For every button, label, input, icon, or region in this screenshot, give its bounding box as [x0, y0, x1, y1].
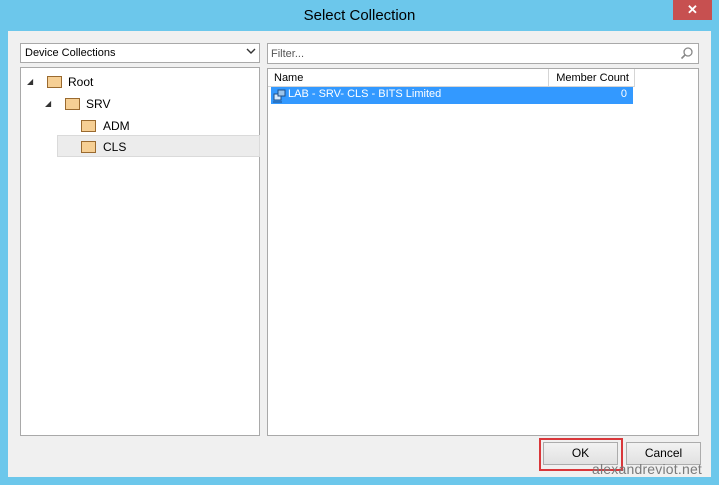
tree-node-adm[interactable]: ADM — [81, 116, 251, 136]
collection-type-dropdown[interactable]: Device Collections — [20, 43, 260, 63]
tree-node-label: ADM — [103, 119, 130, 133]
row-name-cell: LAB - SRV- CLS - BITS Limited — [288, 88, 442, 100]
watermark-text: alexandreviot.net — [592, 461, 703, 477]
title-bar[interactable]: Select Collection ✕ — [0, 0, 719, 31]
device-collection-icon — [272, 88, 288, 103]
tree-node-label: CLS — [103, 140, 127, 154]
close-button[interactable]: ✕ — [673, 0, 712, 20]
tree-node-cls[interactable]: CLS — [81, 137, 251, 157]
row-member-count-cell: 0 — [620, 88, 627, 100]
filter-input[interactable] — [271, 46, 671, 61]
dialog-window: Select Collection ✕ Device Collections ◢… — [0, 0, 719, 485]
folder-icon — [65, 98, 80, 110]
folder-icon — [81, 120, 96, 132]
chevron-down-icon — [245, 46, 257, 60]
collection-type-value: Device Collections — [25, 47, 116, 59]
dialog-body: Device Collections ◢ Root ◢ SRV ADM CLS … — [8, 31, 711, 477]
folder-icon — [47, 76, 62, 88]
table-row[interactable]: LAB - SRV- CLS - BITS Limited 0 — [271, 87, 633, 104]
collection-tree[interactable]: ◢ Root ◢ SRV ADM CLS — [20, 67, 260, 436]
tree-node-root[interactable]: ◢ Root — [27, 72, 227, 92]
tree-node-label: SRV — [86, 97, 111, 111]
collections-grid[interactable]: Name Member Count LAB - SRV- CLS - BITS … — [267, 68, 699, 436]
column-header-name[interactable]: Name — [268, 69, 549, 87]
close-icon: ✕ — [687, 2, 698, 17]
collapse-arrow-icon[interactable]: ◢ — [45, 94, 55, 114]
filter-box[interactable] — [267, 43, 699, 64]
folder-icon — [81, 141, 96, 153]
column-header-member-count[interactable]: Member Count — [549, 69, 635, 87]
tree-node-label: Root — [68, 75, 94, 89]
search-icon[interactable] — [680, 46, 694, 60]
tree-node-srv[interactable]: ◢ SRV — [45, 94, 245, 114]
window-title: Select Collection — [303, 7, 416, 24]
collapse-arrow-icon[interactable]: ◢ — [27, 72, 37, 92]
